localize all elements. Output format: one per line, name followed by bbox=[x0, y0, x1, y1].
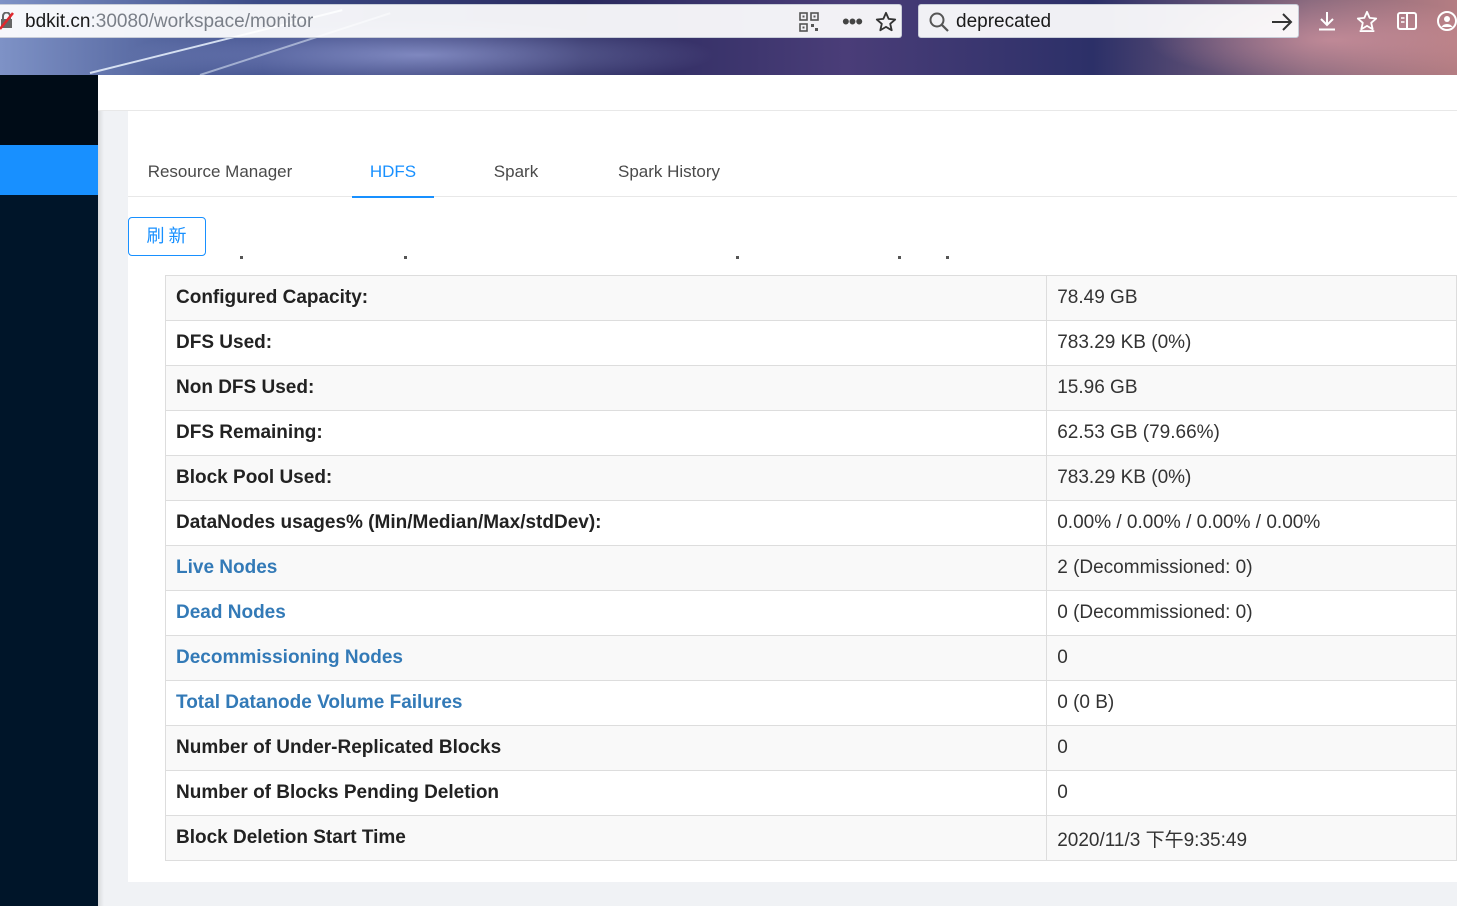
url-host: bdkit.cn bbox=[25, 11, 91, 32]
table-row: Block Deletion Start Time 2020/11/3 下午9:3… bbox=[164, 815, 1457, 861]
url-path: :30080/workspace/monitor bbox=[90, 11, 314, 32]
row-value: 15.96 GB bbox=[1046, 365, 1457, 411]
row-value: 0 bbox=[1046, 635, 1457, 681]
row-value: 0.00% / 0.00% / 0.00% / 0.00% bbox=[1046, 500, 1457, 546]
sidebar-item-monitor[interactable] bbox=[0, 145, 98, 195]
tab-spark-history[interactable]: Spark History bbox=[598, 158, 740, 196]
table-row: Dead Nodes 0 (Decommissioned: 0) bbox=[164, 590, 1457, 636]
row-key-link[interactable]: Dead Nodes bbox=[164, 590, 1048, 636]
tab-hdfs[interactable]: HDFS bbox=[352, 158, 434, 198]
page-header bbox=[98, 75, 1457, 111]
url-text[interactable]: bdkit.cn:30080/workspace/monitor bbox=[25, 11, 313, 33]
reader-mode-icon[interactable] bbox=[1395, 9, 1419, 33]
row-value: 783.29 KB (0%) bbox=[1046, 455, 1457, 501]
row-value: 0 bbox=[1046, 770, 1457, 816]
refresh-button[interactable]: 刷新 bbox=[128, 217, 206, 256]
row-key-link[interactable]: Decommissioning Nodes bbox=[164, 635, 1048, 681]
row-key: Non DFS Used: bbox=[164, 365, 1048, 411]
search-bar[interactable]: deprecated bbox=[918, 4, 1299, 38]
row-key: Number of Blocks Pending Deletion bbox=[164, 770, 1048, 816]
table-row: Non DFS Used: 15.96 GB bbox=[164, 365, 1457, 411]
go-arrow-icon[interactable] bbox=[1270, 11, 1294, 33]
browser-toolbar: bdkit.cn:30080/workspace/monitor ••• dep… bbox=[0, 0, 1457, 75]
row-value: 62.53 GB (79.66%) bbox=[1046, 410, 1457, 456]
row-key: Block Pool Used: bbox=[164, 455, 1048, 501]
table-row: Live Nodes 2 (Decommissioned: 0) bbox=[164, 545, 1457, 591]
table-row: Total Datanode Volume Failures 0 (0 B) bbox=[164, 680, 1457, 726]
table-row: Decommissioning Nodes 0 bbox=[164, 635, 1457, 681]
row-value: 2020/11/3 下午9:35:49 bbox=[1046, 815, 1457, 861]
table-row: Number of Under-Replicated Blocks 0 bbox=[164, 725, 1457, 771]
search-input[interactable]: deprecated bbox=[956, 11, 1051, 33]
row-value: 0 (Decommissioned: 0) bbox=[1046, 590, 1457, 636]
row-key: Number of Under-Replicated Blocks bbox=[164, 725, 1048, 771]
row-value: 78.49 GB bbox=[1046, 275, 1457, 321]
sidebar-logo-area bbox=[0, 75, 98, 145]
row-key: Configured Capacity: bbox=[164, 275, 1048, 321]
sidebar-shadow bbox=[98, 75, 104, 906]
qr-code-icon[interactable] bbox=[798, 11, 820, 33]
row-key-link[interactable]: Live Nodes bbox=[164, 545, 1048, 591]
row-value: 783.29 KB (0%) bbox=[1046, 320, 1457, 366]
row-value: 2 (Decommissioned: 0) bbox=[1046, 545, 1457, 591]
monitor-card: Resource Manager HDFS Spark Spark Histor… bbox=[128, 111, 1457, 882]
row-value: 0 (0 B) bbox=[1046, 680, 1457, 726]
row-key: DataNodes usages% (Min/Median/Max/stdDev… bbox=[164, 500, 1048, 546]
favorites-icon[interactable] bbox=[1355, 9, 1379, 33]
download-icon[interactable] bbox=[1315, 9, 1339, 33]
more-actions-icon[interactable]: ••• bbox=[840, 9, 864, 34]
table-row: DFS Remaining: 62.53 GB (79.66%) bbox=[164, 410, 1457, 456]
table-row: Configured Capacity: 78.49 GB bbox=[164, 275, 1457, 321]
row-key: DFS Used: bbox=[164, 320, 1048, 366]
table-row: DataNodes usages% (Min/Median/Max/stdDev… bbox=[164, 500, 1457, 546]
bookmark-star-icon[interactable] bbox=[874, 11, 898, 33]
table-row: DFS Used: 783.29 KB (0%) bbox=[164, 320, 1457, 366]
search-icon bbox=[929, 12, 949, 32]
row-key-link[interactable]: Total Datanode Volume Failures bbox=[164, 680, 1048, 726]
table-row: Block Pool Used: 783.29 KB (0%) bbox=[164, 455, 1457, 501]
table-row: Number of Blocks Pending Deletion 0 bbox=[164, 770, 1457, 816]
side-navigation bbox=[0, 75, 98, 906]
account-icon[interactable] bbox=[1435, 9, 1457, 33]
row-key: Block Deletion Start Time bbox=[164, 815, 1048, 861]
hdfs-summary-table: Configured Capacity: 78.49 GB DFS Used: 783… bbox=[164, 275, 1457, 861]
monitor-tabs: Resource Manager HDFS Spark Spark Histor… bbox=[128, 158, 1457, 198]
clipped-text-remnant bbox=[208, 256, 1068, 260]
address-bar[interactable]: bdkit.cn:30080/workspace/monitor ••• bbox=[0, 4, 902, 38]
tab-resource-manager[interactable]: Resource Manager bbox=[128, 158, 312, 196]
insecure-lock-icon[interactable] bbox=[0, 12, 14, 30]
tab-spark[interactable]: Spark bbox=[474, 158, 558, 196]
row-value: 0 bbox=[1046, 725, 1457, 771]
row-key: DFS Remaining: bbox=[164, 410, 1048, 456]
